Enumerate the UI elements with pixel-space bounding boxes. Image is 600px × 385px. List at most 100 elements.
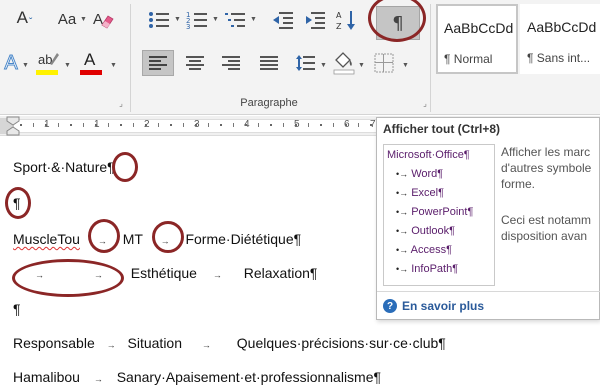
preview-line: •→ Access¶: [396, 244, 452, 256]
doc-text: Forme·Diététique¶: [185, 231, 302, 247]
bullet-list-icon: [149, 12, 169, 28]
ruler-tick: [120, 124, 122, 126]
clear-formatting-icon: A: [93, 11, 114, 29]
chevron-down-icon[interactable]: ▼: [64, 62, 71, 69]
style-sample: AaBbCcDd: [444, 20, 514, 36]
ruler-tick: [345, 124, 347, 126]
multilevel-list-button[interactable]: [222, 8, 248, 32]
preview-line: •→ InfoPath¶: [396, 263, 459, 275]
chevron-down-icon[interactable]: ▼: [22, 62, 29, 69]
font-color-button[interactable]: A: [78, 50, 104, 78]
svg-text:A: A: [336, 11, 342, 20]
ruler-tick: [270, 124, 272, 126]
ruler-tick: [195, 124, 197, 126]
sort-button[interactable]: A Z: [334, 8, 360, 32]
highlight-button[interactable]: ab: [34, 50, 60, 78]
doc-line-row[interactable]: Hamalibou → Sanary·Apaisement·et·profess…: [13, 369, 381, 385]
chevron-down-icon[interactable]: ▼: [80, 16, 87, 23]
ruler-tick: [107, 123, 109, 127]
chevron-down-icon[interactable]: ▼: [250, 16, 257, 23]
doc-line-title[interactable]: Sport·&·Nature¶: [13, 159, 115, 175]
line-spacing-button[interactable]: [290, 50, 320, 76]
text-effects-button[interactable]: A: [0, 50, 22, 76]
doc-text: MuscleTou: [13, 231, 80, 247]
style-sample: AaBbCcDd: [527, 19, 597, 35]
shading-button[interactable]: [330, 48, 358, 76]
chevron-down-icon[interactable]: ▼: [174, 16, 181, 23]
justify-button[interactable]: [254, 50, 284, 76]
ruler-tick: [57, 123, 59, 127]
paragraph-group-label: Paragraphe: [240, 97, 298, 109]
ruler-tick: [70, 124, 72, 126]
doc-text: Situation: [127, 335, 182, 351]
ruler-tick: [357, 123, 359, 127]
preview-line: •→ PowerPoint¶: [396, 206, 474, 218]
numbered-list-icon: 1 2 3: [186, 11, 207, 31]
annotation-circle: [152, 221, 184, 253]
preview-line: •→ Excel¶: [396, 187, 445, 199]
change-case-label: Aa: [57, 10, 77, 28]
bullets-button[interactable]: [146, 8, 172, 32]
ruler-tick: [95, 124, 97, 126]
ruler-tick: [257, 123, 259, 127]
borders-button[interactable]: [370, 50, 398, 76]
preview-line: •→ Word¶: [396, 168, 444, 180]
style-normal-tile[interactable]: AaBbCcDd ¶ Normal: [436, 4, 518, 74]
ruler-tick: [82, 123, 84, 127]
chevron-down-icon[interactable]: ▼: [402, 62, 409, 69]
chevron-down-icon[interactable]: ▼: [212, 16, 219, 23]
style-name: ¶ Normal: [444, 52, 493, 66]
tooltip-preview: Microsoft·Office¶ •→ Word¶ •→ Excel¶ •→ …: [383, 144, 495, 286]
indent-marker-icon[interactable]: [6, 116, 20, 136]
group-divider: [130, 4, 131, 112]
text-effects-icon: A: [4, 51, 18, 74]
align-left-icon: [149, 56, 167, 70]
change-case-button[interactable]: Aa: [54, 6, 80, 32]
learn-more-link[interactable]: ? En savoir plus: [383, 299, 484, 313]
tab-mark: →: [212, 270, 222, 280]
ruler-tick: [207, 123, 209, 127]
shrink-font-button[interactable]: Aˇ: [10, 6, 38, 32]
ruler-tick: [245, 124, 247, 126]
clear-formatting-button[interactable]: A: [90, 6, 116, 32]
chevron-down-icon[interactable]: ▼: [358, 62, 365, 69]
ruler-tick: [282, 123, 284, 127]
align-right-icon: [222, 56, 240, 70]
annotation-circle: [88, 219, 120, 253]
decrease-indent-button[interactable]: [270, 8, 296, 32]
ruler-tick: [20, 124, 22, 126]
tooltip-description: Afficher les marc d'autres symbole forme…: [501, 145, 592, 191]
borders-icon: [374, 53, 394, 73]
annotation-circle: [112, 152, 138, 182]
shrink-font-icon: Aˇ: [16, 7, 33, 29]
doc-text: Esthétique: [130, 265, 197, 281]
ruler-tick: [32, 123, 34, 127]
ruler-tick: [132, 123, 134, 127]
doc-line-headers[interactable]: Responsable → Situation → Quelques·préci…: [13, 335, 446, 351]
doc-text: Responsable: [13, 335, 95, 351]
learn-more-label: En savoir plus: [402, 299, 485, 313]
doc-text: Relaxation¶: [243, 265, 318, 281]
increase-indent-button[interactable]: [302, 8, 328, 32]
style-name: ¶ Sans int...: [527, 51, 591, 65]
annotation-circle: [5, 187, 31, 219]
ruler-tick: [157, 123, 159, 127]
ruler-tick: [232, 123, 234, 127]
ruler-tick: [332, 123, 334, 127]
paragraph-dialog-launcher-icon[interactable]: ⌟: [420, 98, 430, 108]
chevron-down-icon[interactable]: ▼: [320, 62, 327, 69]
chevron-down-icon[interactable]: ▼: [110, 62, 117, 69]
align-right-button[interactable]: [216, 50, 246, 76]
align-left-button[interactable]: [142, 50, 174, 76]
font-dialog-launcher-icon[interactable]: ⌟: [116, 98, 126, 108]
style-no-spacing-tile[interactable]: AaBbCcDd ¶ Sans int...: [520, 4, 600, 74]
doc-text: Sanary·Apaisement·et·professionnalisme¶: [116, 369, 382, 385]
paint-bucket-icon: [333, 52, 355, 75]
align-center-button[interactable]: [180, 50, 210, 76]
pilcrow-mark: ¶: [13, 301, 21, 317]
ruler-tick: [295, 124, 297, 126]
tooltip-title: Afficher tout (Ctrl+8): [383, 122, 500, 136]
numbering-button[interactable]: 1 2 3: [184, 8, 210, 32]
doc-line-empty[interactable]: ¶: [13, 301, 21, 317]
justify-icon: [260, 56, 278, 70]
